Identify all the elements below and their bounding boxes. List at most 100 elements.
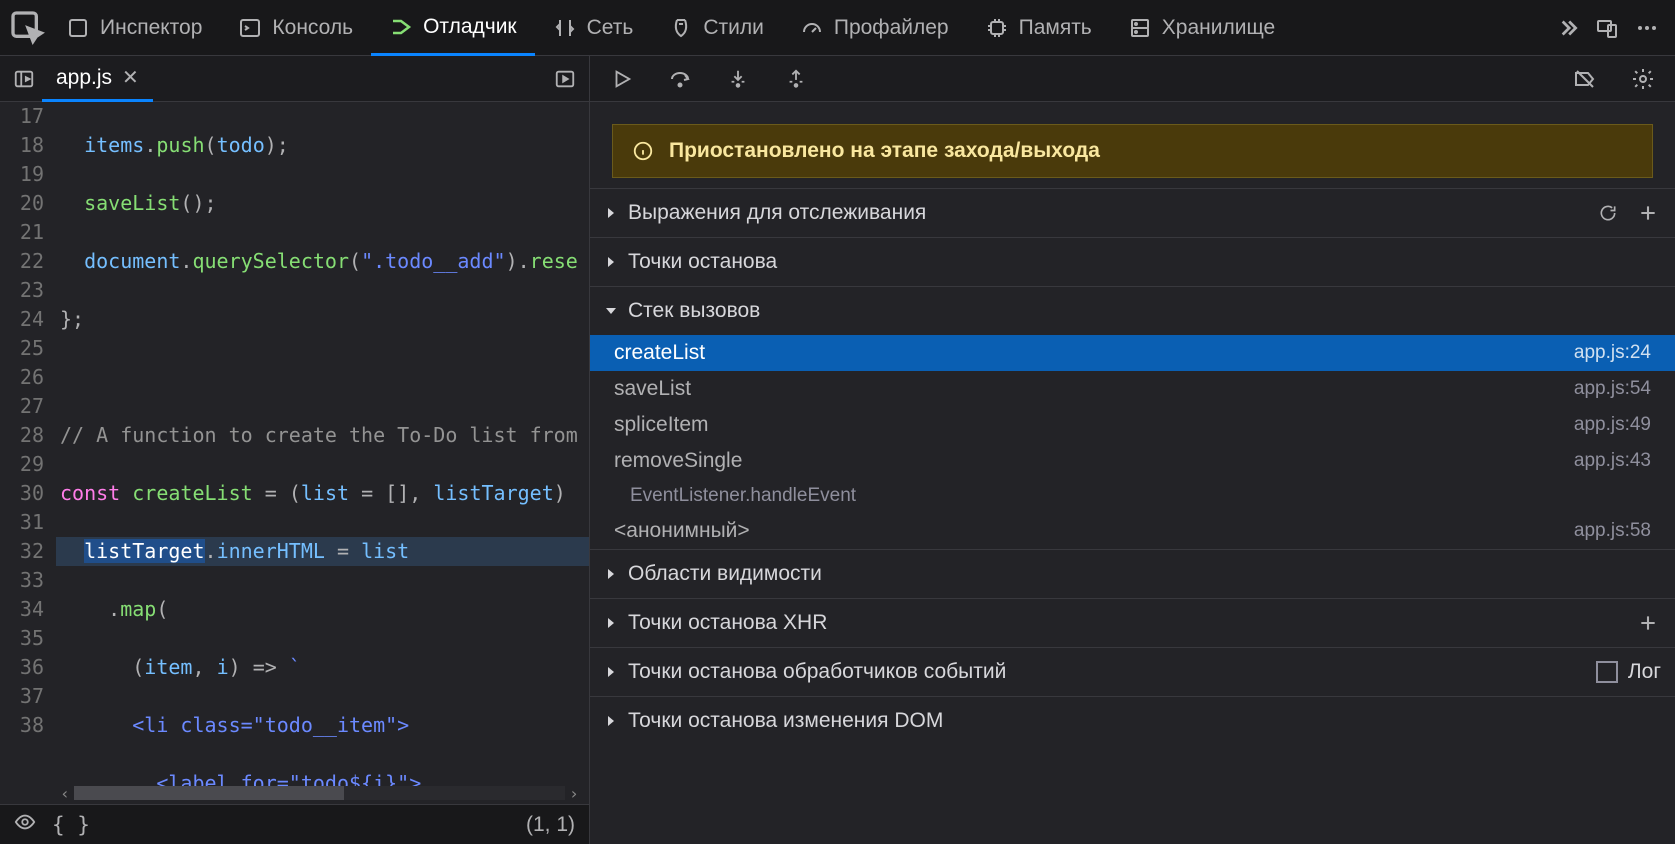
chevron-right-icon xyxy=(604,255,618,269)
network-icon xyxy=(553,16,577,40)
pause-banner-text: Приостановлено на этапе захода/выхода xyxy=(669,139,1100,163)
stack-frame-name: removeSingle xyxy=(614,449,742,473)
debugger-pane: Приостановлено на этапе захода/выхода Вы… xyxy=(590,56,1675,844)
toggle-sources-tree-button[interactable] xyxy=(6,68,42,90)
tab-label: Стили xyxy=(703,16,764,40)
style-icon xyxy=(669,16,693,40)
responsive-mode-button[interactable] xyxy=(1587,8,1627,48)
stack-frame-name: <анонимный> xyxy=(614,519,750,543)
tab-storage[interactable]: Хранилище xyxy=(1110,0,1293,56)
section-title: Выражения для отслеживания xyxy=(628,201,926,225)
profiler-icon xyxy=(800,16,824,40)
stack-frame-location: app.js:43 xyxy=(1574,450,1651,472)
devtools-toolbar: Инспектор Консоль Отладчик Сеть Стили Пр… xyxy=(0,0,1675,56)
section-title: Точки останова обработчиков событий xyxy=(628,660,1006,684)
debugger-settings-button[interactable] xyxy=(1629,65,1657,93)
tab-network[interactable]: Сеть xyxy=(535,0,652,56)
stack-frame-location: app.js:58 xyxy=(1574,520,1651,542)
cursor-position: (1, 1) xyxy=(526,813,575,837)
add-xhr-breakpoint-button[interactable] xyxy=(1635,610,1661,636)
stack-frame[interactable]: createList app.js:24 xyxy=(590,335,1675,371)
info-icon xyxy=(631,139,655,163)
refresh-watch-button[interactable] xyxy=(1595,200,1621,226)
add-watch-button[interactable] xyxy=(1635,200,1661,226)
file-tab-name: app.js xyxy=(56,66,112,90)
tab-label: Отладчик xyxy=(423,15,517,39)
stack-frame-name: spliceItem xyxy=(614,413,709,437)
scroll-left-arrow[interactable]: ‹ xyxy=(56,784,74,802)
sources-pane: app.js ✕ 17 18 19 20 21 22 23 24 25 26 2… xyxy=(0,56,590,844)
section-scopes[interactable]: Области видимости xyxy=(590,550,1675,598)
tab-style[interactable]: Стили xyxy=(651,0,782,56)
stack-frame-location: app.js:54 xyxy=(1574,378,1651,400)
chevron-down-icon xyxy=(604,304,618,318)
tab-debugger[interactable]: Отладчик xyxy=(371,0,535,56)
debugger-icon xyxy=(389,15,413,39)
pause-banner: Приостановлено на этапе захода/выхода xyxy=(612,124,1653,178)
section-title: Стек вызовов xyxy=(628,299,760,323)
section-dom-breakpoints[interactable]: Точки останова изменения DOM xyxy=(590,697,1675,745)
stack-frame-name: saveList xyxy=(614,377,691,401)
debug-controls xyxy=(590,56,1675,102)
tab-label: Инспектор xyxy=(100,16,202,40)
chevron-right-icon xyxy=(604,665,618,679)
tab-label: Память xyxy=(1019,16,1092,40)
storage-icon xyxy=(1128,16,1152,40)
tab-label: Сеть xyxy=(587,16,634,40)
tab-label: Консоль xyxy=(272,16,353,40)
run-to-button[interactable] xyxy=(547,68,583,90)
console-icon xyxy=(238,16,262,40)
step-out-button[interactable] xyxy=(782,65,810,93)
overflow-tabs-button[interactable] xyxy=(1547,8,1587,48)
tab-inspector[interactable]: Инспектор xyxy=(48,0,220,56)
stack-frame-name: createList xyxy=(614,341,705,365)
log-label: Лог xyxy=(1628,660,1661,684)
stack-frame-location: app.js:49 xyxy=(1574,414,1651,436)
stack-frame[interactable]: <анонимный> app.js:58 xyxy=(590,513,1675,549)
stack-frame[interactable]: removeSingle app.js:43 xyxy=(590,443,1675,479)
section-title: Точки останова XHR xyxy=(628,611,827,635)
tab-memory[interactable]: Память xyxy=(967,0,1110,56)
file-tabs-bar: app.js ✕ xyxy=(0,56,589,102)
section-xhr-breakpoints[interactable]: Точки останова XHR xyxy=(590,599,1675,647)
section-watch[interactable]: Выражения для отслеживания xyxy=(590,189,1675,237)
tab-console[interactable]: Консоль xyxy=(220,0,371,56)
log-checkbox[interactable] xyxy=(1596,661,1618,683)
line-gutter: 17 18 19 20 21 22 23 24 25 26 27 28 29 3… xyxy=(0,102,56,804)
code-content: items.push(todo); saveList(); document.q… xyxy=(56,102,589,804)
step-in-button[interactable] xyxy=(724,65,752,93)
chevron-right-icon xyxy=(604,616,618,630)
close-tab-button[interactable]: ✕ xyxy=(122,65,139,90)
scroll-track[interactable] xyxy=(74,786,565,800)
memory-icon xyxy=(985,16,1009,40)
code-editor[interactable]: 17 18 19 20 21 22 23 24 25 26 27 28 29 3… xyxy=(0,102,589,804)
call-stack-list: createList app.js:24 saveList app.js:54 … xyxy=(590,335,1675,549)
section-event-listener-breakpoints[interactable]: Точки останова обработчиков событий Лог xyxy=(590,648,1675,696)
scroll-right-arrow[interactable]: › xyxy=(565,784,583,802)
tab-label: Хранилище xyxy=(1162,16,1275,40)
resume-button[interactable] xyxy=(608,65,636,93)
stack-frame[interactable]: spliceItem app.js:49 xyxy=(590,407,1675,443)
section-title: Точки останова изменения DOM xyxy=(628,709,943,733)
section-title: Области видимости xyxy=(628,562,822,586)
pick-element-button[interactable] xyxy=(8,0,48,56)
section-callstack[interactable]: Стек вызовов xyxy=(590,287,1675,335)
chevron-right-icon xyxy=(604,714,618,728)
scroll-thumb[interactable] xyxy=(74,786,344,800)
inspector-icon xyxy=(66,16,90,40)
tab-profiler[interactable]: Профайлер xyxy=(782,0,967,56)
stack-frame-location: app.js:24 xyxy=(1574,342,1651,364)
scope-icon[interactable]: { } xyxy=(52,813,90,837)
disable-breakpoints-button[interactable] xyxy=(1571,65,1599,93)
more-options-button[interactable] xyxy=(1627,8,1667,48)
watch-eye-icon[interactable] xyxy=(14,811,36,839)
status-bar: { } (1, 1) xyxy=(0,804,589,844)
tab-label: Профайлер xyxy=(834,16,949,40)
section-breakpoints[interactable]: Точки останова xyxy=(590,238,1675,286)
step-over-button[interactable] xyxy=(666,65,694,93)
file-tab-app-js[interactable]: app.js ✕ xyxy=(42,56,153,102)
stack-divider: EventListener.handleEvent xyxy=(590,479,1675,513)
horizontal-scrollbar[interactable]: ‹ › xyxy=(56,784,583,802)
chevron-right-icon xyxy=(604,567,618,581)
stack-frame[interactable]: saveList app.js:54 xyxy=(590,371,1675,407)
